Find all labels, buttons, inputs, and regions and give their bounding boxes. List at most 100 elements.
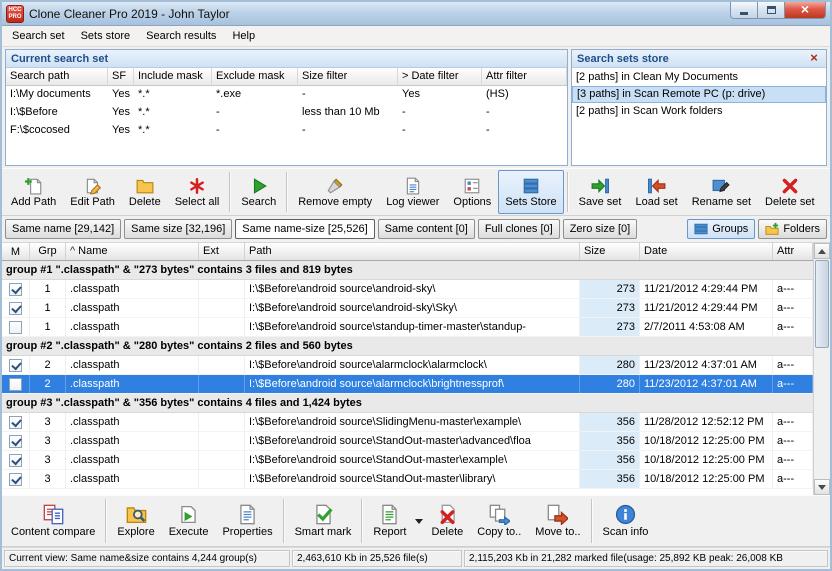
close-button[interactable]: [784, 2, 826, 19]
search-set-row[interactable]: I:\My documents Yes *.* *.exe - Yes (HS): [6, 86, 567, 104]
vertical-scrollbar[interactable]: [813, 243, 830, 495]
maximize-button[interactable]: [758, 2, 784, 19]
tab-same-size[interactable]: Same size [32,196]: [124, 219, 233, 239]
smart-mark-button[interactable]: Smart mark: [288, 497, 359, 545]
search-set-column-header[interactable]: Search path: [6, 68, 108, 85]
search-set-cell: Yes: [112, 124, 130, 136]
tab-same-name-size[interactable]: Same name-size [25,526]: [235, 219, 375, 239]
rename-set-button[interactable]: Rename set: [685, 170, 758, 214]
scrollbar-down-button[interactable]: [814, 479, 830, 495]
sets-store-item[interactable]: [2 paths] in Scan Work folders: [572, 103, 826, 120]
row-checkbox[interactable]: [9, 358, 22, 372]
column-header-attr[interactable]: Attr: [773, 243, 813, 260]
group-header-row[interactable]: group #2 ".classpath" & "280 bytes" cont…: [2, 337, 813, 356]
file-row[interactable]: 3 .classpath I:\$Before\android source\Sta…: [2, 432, 813, 451]
file-size-cell: 356: [580, 451, 640, 469]
row-checkbox[interactable]: [9, 453, 22, 467]
row-checkbox[interactable]: [9, 282, 22, 296]
groups-icon: [694, 223, 708, 235]
file-row[interactable]: 3 .classpath I:\$Before\android source\Sta…: [2, 470, 813, 489]
file-name-cell: .classpath: [66, 318, 199, 336]
scrollbar-thumb[interactable]: [815, 260, 829, 348]
delete-path-button[interactable]: Delete: [122, 170, 168, 214]
column-header-ext[interactable]: Ext: [199, 243, 245, 260]
search-set-column-header[interactable]: Include mask: [134, 68, 212, 85]
delete-set-button[interactable]: Delete set: [758, 170, 822, 214]
column-header-grp[interactable]: Grp: [30, 243, 66, 260]
report-button[interactable]: Report: [366, 497, 413, 545]
log-viewer-button[interactable]: Log viewer: [379, 170, 446, 214]
row-checkbox[interactable]: [9, 377, 22, 391]
menu-search-set[interactable]: Search set: [4, 27, 73, 45]
file-row[interactable]: 2 .classpath I:\$Before\android source\ala…: [2, 375, 813, 394]
tab-full-clones[interactable]: Full clones [0]: [477, 219, 560, 239]
file-path-cell: I:\$Before\android source\StandOut-maste…: [245, 470, 580, 488]
search-set-column-header[interactable]: > Date filter: [398, 68, 482, 85]
file-path-cell: I:\$Before\android source\android-sky\: [245, 280, 580, 298]
file-attr-cell: a---: [773, 470, 813, 488]
scan-info-button[interactable]: Scan info: [596, 497, 656, 545]
menu-sets-store[interactable]: Sets store: [73, 27, 139, 45]
edit-path-button[interactable]: Edit Path: [63, 170, 122, 214]
panel-close-icon[interactable]: [807, 52, 821, 66]
menu-search-results[interactable]: Search results: [138, 27, 224, 45]
scrollbar-track[interactable]: [814, 259, 830, 479]
execute-button[interactable]: Execute: [162, 497, 216, 545]
save-set-button[interactable]: Save set: [572, 170, 629, 214]
search-set-column-header[interactable]: SF: [108, 68, 134, 85]
row-checkbox[interactable]: [9, 472, 22, 486]
column-header-name[interactable]: ^ Name: [66, 243, 199, 260]
main-toolbar: Add Path Edit Path Delete Select all Sea…: [2, 168, 830, 216]
search-set-column-header[interactable]: Size filter: [298, 68, 398, 85]
select-all-button[interactable]: Select all: [168, 170, 227, 214]
row-checkbox[interactable]: [9, 301, 22, 315]
report-dropdown-arrow[interactable]: [413, 497, 424, 545]
search-set-row[interactable]: I:\$Before Yes *.* - less than 10 Mb - -: [6, 104, 567, 122]
file-row[interactable]: 2 .classpath I:\$Before\android source\ala…: [2, 356, 813, 375]
scrollbar-up-button[interactable]: [814, 243, 830, 259]
column-header-size[interactable]: Size: [580, 243, 640, 260]
row-checkbox[interactable]: [9, 434, 22, 448]
add-path-button[interactable]: Add Path: [4, 170, 63, 214]
tab-same-content[interactable]: Same content [0]: [377, 219, 475, 239]
load-set-button[interactable]: Load set: [628, 170, 684, 214]
delete-path-label: Delete: [128, 195, 161, 208]
move-to-button[interactable]: Move to..: [528, 497, 587, 545]
file-row[interactable]: 1 .classpath I:\$Before\android source\and…: [2, 299, 813, 318]
file-row[interactable]: 3 .classpath I:\$Before\android source\Sta…: [2, 451, 813, 470]
explore-button[interactable]: Explore: [110, 497, 161, 545]
content-compare-button[interactable]: Content compare: [4, 497, 102, 545]
delete-files-button[interactable]: Delete: [424, 497, 470, 545]
search-set-column-header[interactable]: Attr filter: [482, 68, 567, 85]
tab-zero-size[interactable]: Zero size [0]: [562, 219, 638, 239]
column-header-date[interactable]: Date: [640, 243, 773, 260]
file-group-cell: 3: [30, 470, 66, 488]
search-set-table-header: Search path SF Include mask Exclude mask Siz…: [6, 68, 567, 86]
search-set-cell: -: [486, 106, 490, 118]
row-checkbox[interactable]: [9, 320, 22, 334]
minimize-button[interactable]: [730, 2, 758, 19]
sets-store-item[interactable]: [2 paths] in Clean My Documents: [572, 69, 826, 86]
column-header-m[interactable]: M: [2, 243, 30, 260]
options-button[interactable]: Options: [446, 170, 498, 214]
file-row[interactable]: 3 .classpath I:\$Before\android source\Sli…: [2, 413, 813, 432]
folders-view-button[interactable]: Folders: [758, 219, 827, 239]
properties-button[interactable]: Properties: [215, 497, 279, 545]
group-header-row[interactable]: group #1 ".classpath" & "273 bytes" cont…: [2, 261, 813, 280]
search-set-row[interactable]: F:\$cocosed Yes *.* - - - -: [6, 122, 567, 140]
file-row[interactable]: 1 .classpath I:\$Before\android source\and…: [2, 280, 813, 299]
row-checkbox[interactable]: [9, 415, 22, 429]
file-name-cell: .classpath: [66, 356, 199, 374]
column-header-path[interactable]: Path: [245, 243, 580, 260]
groups-view-button[interactable]: Groups: [687, 219, 756, 239]
sets-store-item[interactable]: [3 paths] in Scan Remote PC (p: drive): [572, 86, 826, 103]
search-set-column-header[interactable]: Exclude mask: [212, 68, 298, 85]
menu-help[interactable]: Help: [224, 27, 263, 45]
sets-store-button[interactable]: Sets Store: [498, 170, 564, 214]
tab-same-name[interactable]: Same name [29,142]: [5, 219, 122, 239]
copy-to-button[interactable]: Copy to..: [470, 497, 528, 545]
file-row[interactable]: 1 .classpath I:\$Before\android source\sta…: [2, 318, 813, 337]
remove-empty-button[interactable]: Remove empty: [291, 170, 379, 214]
group-header-row[interactable]: group #3 ".classpath" & "356 bytes" cont…: [2, 394, 813, 413]
search-button[interactable]: Search: [234, 170, 283, 214]
